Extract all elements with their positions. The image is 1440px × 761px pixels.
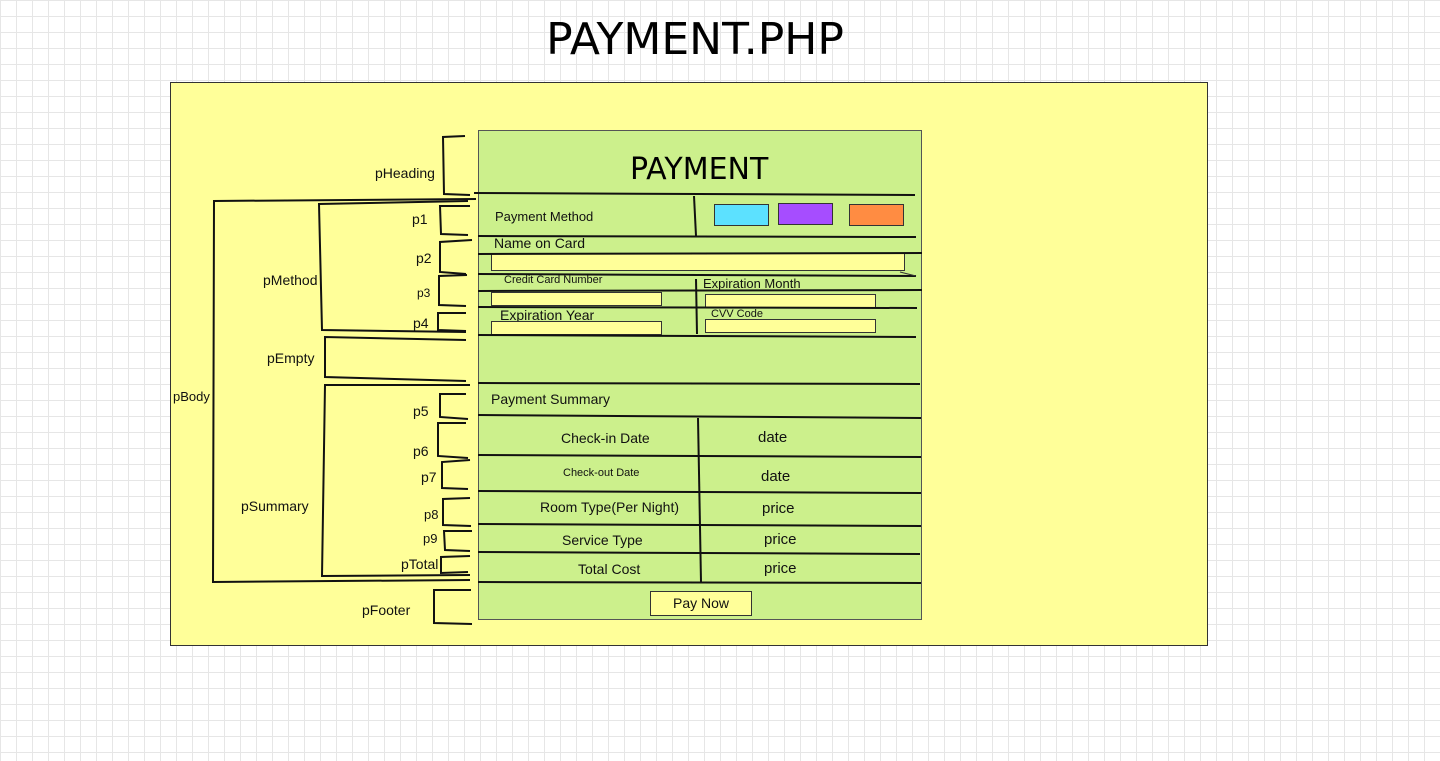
divider-summary-vertical	[697, 417, 702, 583]
divider-ptotal	[477, 581, 922, 584]
bracket-psummary	[320, 384, 471, 578]
divider-p5	[477, 414, 922, 419]
bracket-pheading	[441, 135, 471, 196]
bracket-p4	[437, 312, 467, 332]
bracket-ptotal	[440, 555, 471, 575]
divider-name-label	[477, 252, 923, 255]
bracket-p2	[439, 239, 473, 275]
divider-p9	[477, 551, 921, 555]
bracket-p9	[442, 530, 472, 552]
divider-p4	[477, 334, 917, 338]
bracket-pbody	[211, 198, 477, 584]
bracket-p1	[438, 205, 470, 236]
bracket-p6	[437, 422, 469, 459]
bracket-p8	[442, 497, 472, 527]
annotation-lines	[211, 135, 923, 625]
bracket-pempty	[324, 335, 467, 382]
divider-method-vertical	[693, 195, 697, 237]
divider-heading	[473, 192, 916, 196]
bracket-p5	[439, 393, 469, 420]
divider-pempty	[477, 382, 921, 385]
divider-p3-label	[477, 289, 923, 292]
divider-p2	[477, 273, 917, 277]
divider-p3-vertical	[695, 278, 698, 335]
bracket-p7	[441, 459, 471, 490]
bracket-pfooter	[433, 589, 473, 625]
divider-p1	[477, 235, 917, 238]
bracket-p3	[438, 274, 468, 307]
